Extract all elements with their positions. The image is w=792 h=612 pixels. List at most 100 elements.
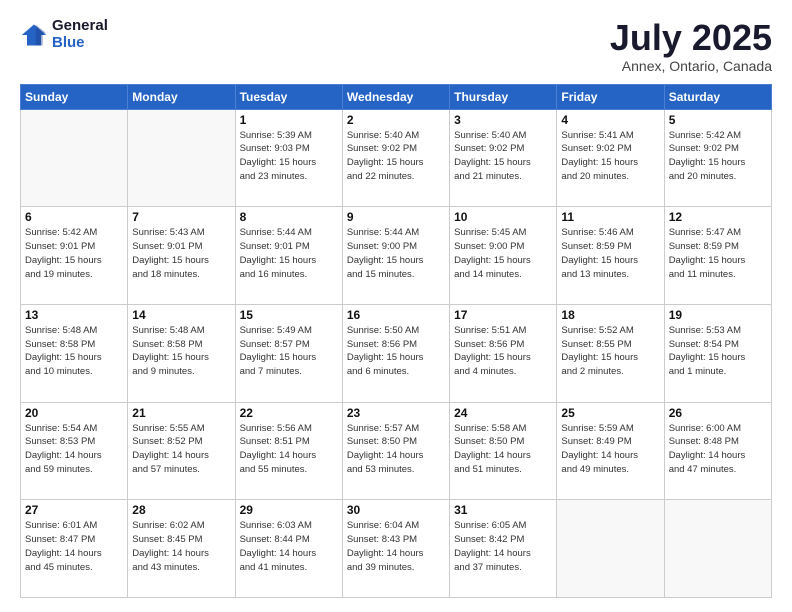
calendar-cell: 26 Sunrise: 6:00 AMSunset: 8:48 PMDayligh… [664,402,771,500]
calendar-week-row: 6 Sunrise: 5:42 AMSunset: 9:01 PMDaylight… [21,207,772,305]
calendar-cell: 12 Sunrise: 5:47 AMSunset: 8:59 PMDayligh… [664,207,771,305]
day-info: Sunrise: 5:48 AMSunset: 8:58 PMDaylight:… [132,324,230,379]
day-number: 28 [132,503,230,517]
header: General Blue July 2025 Annex, Ontario, C… [20,18,772,74]
calendar-week-row: 13 Sunrise: 5:48 AMSunset: 8:58 PMDayligh… [21,304,772,402]
day-info: Sunrise: 5:56 AMSunset: 8:51 PMDaylight:… [240,422,338,477]
calendar-cell: 21Sunrise: 5:55 AMSunset: 8:52 PMDayligh… [128,402,235,500]
location-subtitle: Annex, Ontario, Canada [610,58,772,74]
day-info: Sunrise: 5:49 AMSunset: 8:57 PMDaylight:… [240,324,338,379]
calendar-cell: 15 Sunrise: 5:49 AMSunset: 8:57 PMDayligh… [235,304,342,402]
day-of-week-header: Sunday [21,84,128,109]
calendar-week-row: 27Sunrise: 6:01 AMSunset: 8:47 PMDayligh… [21,500,772,598]
day-info: Sunrise: 5:55 AMSunset: 8:52 PMDaylight:… [132,422,230,477]
day-number: 31 [454,503,552,517]
day-number: 1 [240,113,338,127]
day-info: Sunrise: 5:46 AMSunset: 8:59 PMDaylight:… [561,226,659,281]
day-info: Sunrise: 5:44 AMSunset: 9:00 PMDaylight:… [347,226,445,281]
day-number: 8 [240,210,338,224]
day-of-week-header: Saturday [664,84,771,109]
day-info: Sunrise: 5:43 AMSunset: 9:01 PMDaylight:… [132,226,230,281]
calendar-cell: 23 Sunrise: 5:57 AMSunset: 8:50 PMDayligh… [342,402,449,500]
calendar-cell: 16 Sunrise: 5:50 AMSunset: 8:56 PMDayligh… [342,304,449,402]
calendar-cell: 18 Sunrise: 5:52 AMSunset: 8:55 PMDayligh… [557,304,664,402]
calendar-cell: 17Sunrise: 5:51 AMSunset: 8:56 PMDayligh… [450,304,557,402]
day-info: Sunrise: 5:39 AMSunset: 9:03 PMDaylight:… [240,129,338,184]
calendar-cell [128,109,235,207]
day-number: 24 [454,406,552,420]
day-info: Sunrise: 6:00 AMSunset: 8:48 PMDaylight:… [669,422,767,477]
day-info: Sunrise: 5:44 AMSunset: 9:01 PMDaylight:… [240,226,338,281]
day-info: Sunrise: 5:42 AMSunset: 9:02 PMDaylight:… [669,129,767,184]
calendar-cell: 4 Sunrise: 5:41 AMSunset: 9:02 PMDaylight… [557,109,664,207]
calendar-cell: 2 Sunrise: 5:40 AMSunset: 9:02 PMDaylight… [342,109,449,207]
day-of-week-header: Monday [128,84,235,109]
calendar-cell: 22 Sunrise: 5:56 AMSunset: 8:51 PMDayligh… [235,402,342,500]
day-info: Sunrise: 5:57 AMSunset: 8:50 PMDaylight:… [347,422,445,477]
day-number: 27 [25,503,123,517]
calendar-cell [664,500,771,598]
day-number: 18 [561,308,659,322]
calendar-week-row: 20Sunrise: 5:54 AMSunset: 8:53 PMDayligh… [21,402,772,500]
calendar-cell: 13Sunrise: 5:48 AMSunset: 8:58 PMDayligh… [21,304,128,402]
day-number: 30 [347,503,445,517]
day-number: 10 [454,210,552,224]
day-number: 16 [347,308,445,322]
day-info: Sunrise: 5:54 AMSunset: 8:53 PMDaylight:… [25,422,123,477]
title-block: July 2025 Annex, Ontario, Canada [610,18,772,74]
day-info: Sunrise: 5:47 AMSunset: 8:59 PMDaylight:… [669,226,767,281]
day-of-week-header: Wednesday [342,84,449,109]
day-number: 11 [561,210,659,224]
month-title: July 2025 [610,18,772,58]
day-number: 15 [240,308,338,322]
day-number: 7 [132,210,230,224]
calendar-cell: 10 Sunrise: 5:45 AMSunset: 9:00 PMDayligh… [450,207,557,305]
calendar-cell: 7 Sunrise: 5:43 AMSunset: 9:01 PMDaylight… [128,207,235,305]
day-info: Sunrise: 5:59 AMSunset: 8:49 PMDaylight:… [561,422,659,477]
day-info: Sunrise: 6:05 AMSunset: 8:42 PMDaylight:… [454,519,552,574]
logo-text: General Blue [52,18,108,51]
calendar-cell [21,109,128,207]
day-number: 13 [25,308,123,322]
day-number: 23 [347,406,445,420]
calendar-cell: 29Sunrise: 6:03 AMSunset: 8:44 PMDayligh… [235,500,342,598]
day-number: 2 [347,113,445,127]
day-info: Sunrise: 5:58 AMSunset: 8:50 PMDaylight:… [454,422,552,477]
day-number: 26 [669,406,767,420]
page: General Blue July 2025 Annex, Ontario, C… [0,0,792,612]
day-number: 12 [669,210,767,224]
calendar-cell: 8 Sunrise: 5:44 AMSunset: 9:01 PMDaylight… [235,207,342,305]
calendar-cell: 25Sunrise: 5:59 AMSunset: 8:49 PMDayligh… [557,402,664,500]
day-info: Sunrise: 5:53 AMSunset: 8:54 PMDaylight:… [669,324,767,379]
day-number: 9 [347,210,445,224]
day-info: Sunrise: 5:52 AMSunset: 8:55 PMDaylight:… [561,324,659,379]
logo-blue: Blue [52,35,108,52]
day-info: Sunrise: 5:40 AMSunset: 9:02 PMDaylight:… [454,129,552,184]
calendar-cell: 19Sunrise: 5:53 AMSunset: 8:54 PMDayligh… [664,304,771,402]
day-number: 5 [669,113,767,127]
day-number: 4 [561,113,659,127]
day-number: 17 [454,308,552,322]
calendar-cell [557,500,664,598]
day-info: Sunrise: 5:42 AMSunset: 9:01 PMDaylight:… [25,226,123,281]
day-info: Sunrise: 5:45 AMSunset: 9:00 PMDaylight:… [454,226,552,281]
logo: General Blue [20,18,108,51]
day-of-week-header: Friday [557,84,664,109]
day-info: Sunrise: 5:40 AMSunset: 9:02 PMDaylight:… [347,129,445,184]
day-info: Sunrise: 5:41 AMSunset: 9:02 PMDaylight:… [561,129,659,184]
logo-general: General [52,18,108,35]
calendar-cell: 14 Sunrise: 5:48 AMSunset: 8:58 PMDayligh… [128,304,235,402]
calendar-cell: 9 Sunrise: 5:44 AMSunset: 9:00 PMDaylight… [342,207,449,305]
day-number: 14 [132,308,230,322]
logo-icon [20,21,48,49]
day-number: 6 [25,210,123,224]
day-number: 29 [240,503,338,517]
calendar-cell: 5 Sunrise: 5:42 AMSunset: 9:02 PMDaylight… [664,109,771,207]
day-info: Sunrise: 6:02 AMSunset: 8:45 PMDaylight:… [132,519,230,574]
calendar-cell: 27Sunrise: 6:01 AMSunset: 8:47 PMDayligh… [21,500,128,598]
calendar-cell: 11 Sunrise: 5:46 AMSunset: 8:59 PMDayligh… [557,207,664,305]
day-number: 22 [240,406,338,420]
day-info: Sunrise: 5:50 AMSunset: 8:56 PMDaylight:… [347,324,445,379]
day-of-week-header: Tuesday [235,84,342,109]
calendar-cell: 31 Sunrise: 6:05 AMSunset: 8:42 PMDayligh… [450,500,557,598]
